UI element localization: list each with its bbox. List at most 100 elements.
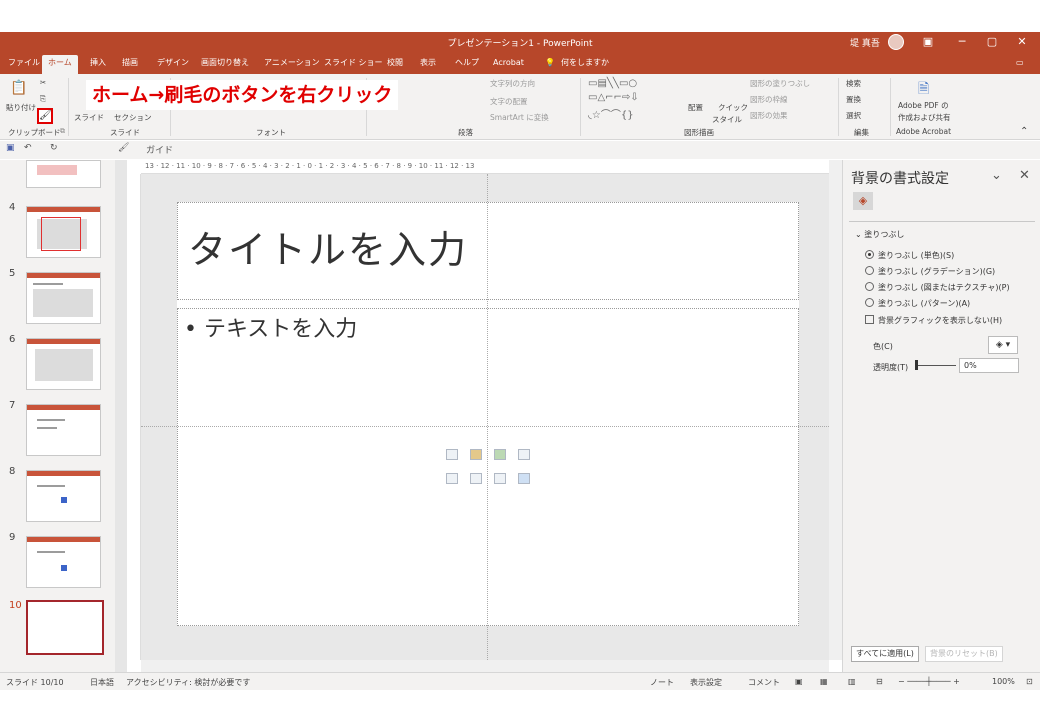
close-icon[interactable]: ✕ [1011,34,1033,50]
tab-slideshow[interactable]: スライド ショー [324,56,383,74]
insert-3d-model-icon[interactable] [518,449,530,460]
shape-effect-button[interactable]: 図形の効果 [750,110,788,121]
select-button[interactable]: 選択 [846,110,861,121]
guide-checkbox[interactable]: ガイド [146,143,173,156]
slideshow-icon[interactable]: ⊟ [876,677,883,686]
format-painter-qat-icon[interactable]: 🖌 [118,143,129,153]
shape-outline-button[interactable]: 図形の枠線 [750,94,788,105]
tab-review[interactable]: 校閲 [387,56,403,74]
tell-me-input[interactable]: 何をしますか [561,56,609,74]
smartart-button[interactable]: SmartArt に変換 [490,112,549,123]
fill-pattern-radio[interactable]: 塗りつぶし (パターン)(A) [865,298,970,309]
insert-online-picture-icon[interactable] [470,473,482,484]
tab-file[interactable]: ファイル [8,56,40,74]
color-picker-button[interactable]: ◈ ▾ [988,336,1018,354]
replace-button[interactable]: 置換 [846,94,861,105]
section-button[interactable]: セクション [114,112,152,123]
thumbnail-3[interactable] [26,160,101,188]
slide-sorter-icon[interactable]: ▦ [820,677,828,686]
display-settings-button[interactable]: 表示設定 [690,677,722,688]
pane-close-icon[interactable]: ✕ [1019,168,1030,183]
arrange-button[interactable]: 配置 [688,102,703,113]
thumbnail-10[interactable] [26,600,104,655]
insert-table-icon[interactable] [446,449,458,460]
insert-icons-icon[interactable] [518,473,530,484]
minimize-icon[interactable]: ─ [951,34,973,50]
shapes-gallery-row3[interactable]: ◟☆⌒⌒{} [588,106,634,121]
thumbnail-7[interactable] [26,404,101,456]
undo-icon[interactable]: ↶ [24,143,32,153]
paste-icon[interactable]: 📋 [10,80,27,96]
zoom-level[interactable]: 100% [992,677,1015,686]
tab-design[interactable]: デザイン [157,56,189,74]
format-painter-icon[interactable]: 🖌 [37,108,53,124]
insert-smartart-icon[interactable] [494,449,506,460]
tab-help[interactable]: ヘルプ [455,56,479,74]
thumbnail-6[interactable] [26,338,101,390]
avatar[interactable] [888,34,904,50]
notes-button[interactable]: ノート [650,677,674,688]
lightbulb-icon[interactable]: 💡 [545,56,555,74]
tab-draw[interactable]: 描画 [122,56,138,74]
text-align-button[interactable]: 文字の配置 [490,96,528,107]
save-icon[interactable]: ▣ [6,143,15,153]
adobe-pdf-icon[interactable]: 🗎 [918,78,929,102]
shapes-gallery-row2[interactable]: ▭△⌐⌐⇨⇩ [588,92,639,103]
redo-icon[interactable]: ↻ [50,143,58,153]
reset-background-button[interactable]: 背景のリセット(B) [925,646,1003,662]
pane-options-chevron-icon[interactable]: ⌄ [991,168,1002,183]
shape-fill-button[interactable]: 図形の塗りつぶし [750,78,810,89]
transparency-slider[interactable] [916,365,956,366]
thumbnail-5[interactable] [26,272,101,324]
tab-transitions[interactable]: 画面切り替え [201,56,249,74]
slide[interactable]: タイトルを入力 • テキストを入力 [177,202,799,626]
horizontal-guide[interactable] [141,426,829,427]
copy-icon[interactable]: ⎘ [40,94,46,104]
tab-view[interactable]: 表示 [420,56,436,74]
zoom-slider[interactable]: − ────┼──── + [898,677,960,686]
transparency-slider-handle[interactable] [915,360,918,370]
transparency-input[interactable]: 0% [959,358,1019,373]
tab-insert[interactable]: 挿入 [90,56,106,74]
adobe-pdf-button[interactable]: Adobe PDF の [898,100,949,111]
fill-picture-radio[interactable]: 塗りつぶし (図またはテクスチャ)(P) [865,282,1010,293]
content-placeholder[interactable]: • テキストを入力 [177,308,799,626]
title-placeholder[interactable]: タイトルを入力 [177,202,799,300]
comments-icon[interactable]: ▭ [1016,56,1024,74]
text-direction-button[interactable]: 文字列の方向 [490,78,535,89]
tab-animations[interactable]: アニメーション [264,56,320,74]
cut-icon[interactable]: ✂ [40,78,46,87]
shapes-gallery[interactable]: ▭▤╲╲▭○ [588,78,637,89]
comments-button[interactable]: コメント [748,677,780,688]
find-button[interactable]: 検索 [846,78,861,89]
slide-vertical-scrollbar[interactable] [829,160,842,660]
thumbnail-8[interactable] [26,470,101,522]
new-slide-button[interactable]: スライド [74,112,104,123]
collapse-ribbon-icon[interactable]: ⌃ [1020,126,1028,137]
fit-slide-icon[interactable]: ⊡ [1026,677,1033,686]
fill-solid-radio[interactable]: 塗りつぶし (単色)(S) [865,250,954,261]
fill-category-icon[interactable]: ◈ [853,192,873,210]
vertical-guide[interactable] [487,174,488,660]
apply-all-button[interactable]: すべてに適用(L) [851,646,919,662]
fill-gradient-radio[interactable]: 塗りつぶし (グラデーション)(G) [865,266,995,277]
thumbnail-9[interactable] [26,536,101,588]
tab-home[interactable]: ホーム [42,55,78,74]
normal-view-icon[interactable]: ▣ [795,677,803,686]
fill-section-header[interactable]: ⌄ 塗りつぶし [855,229,904,240]
reading-view-icon[interactable]: ▥ [848,677,856,686]
dialog-launcher-icon[interactable]: ⧉ [60,127,65,136]
slide-horizontal-scrollbar[interactable] [141,660,829,672]
accessibility-status[interactable]: アクセシビリティ: 検討が必要です [126,677,250,688]
quick-style-button[interactable]: クイック [718,102,748,113]
paste-button[interactable]: 貼り付け [6,102,36,113]
thumbnails-scrollbar[interactable] [115,160,127,672]
ribbon-display-icon[interactable]: ▣ [917,34,939,50]
language-status[interactable]: 日本語 [90,677,114,688]
hide-graphics-checkbox[interactable]: 背景グラフィックを表示しない(H) [865,315,1002,326]
insert-picture-icon[interactable] [446,473,458,484]
tab-acrobat[interactable]: Acrobat [493,56,524,74]
insert-chart-icon[interactable] [470,449,482,460]
maximize-icon[interactable]: ▢ [981,34,1003,50]
insert-video-icon[interactable] [494,473,506,484]
